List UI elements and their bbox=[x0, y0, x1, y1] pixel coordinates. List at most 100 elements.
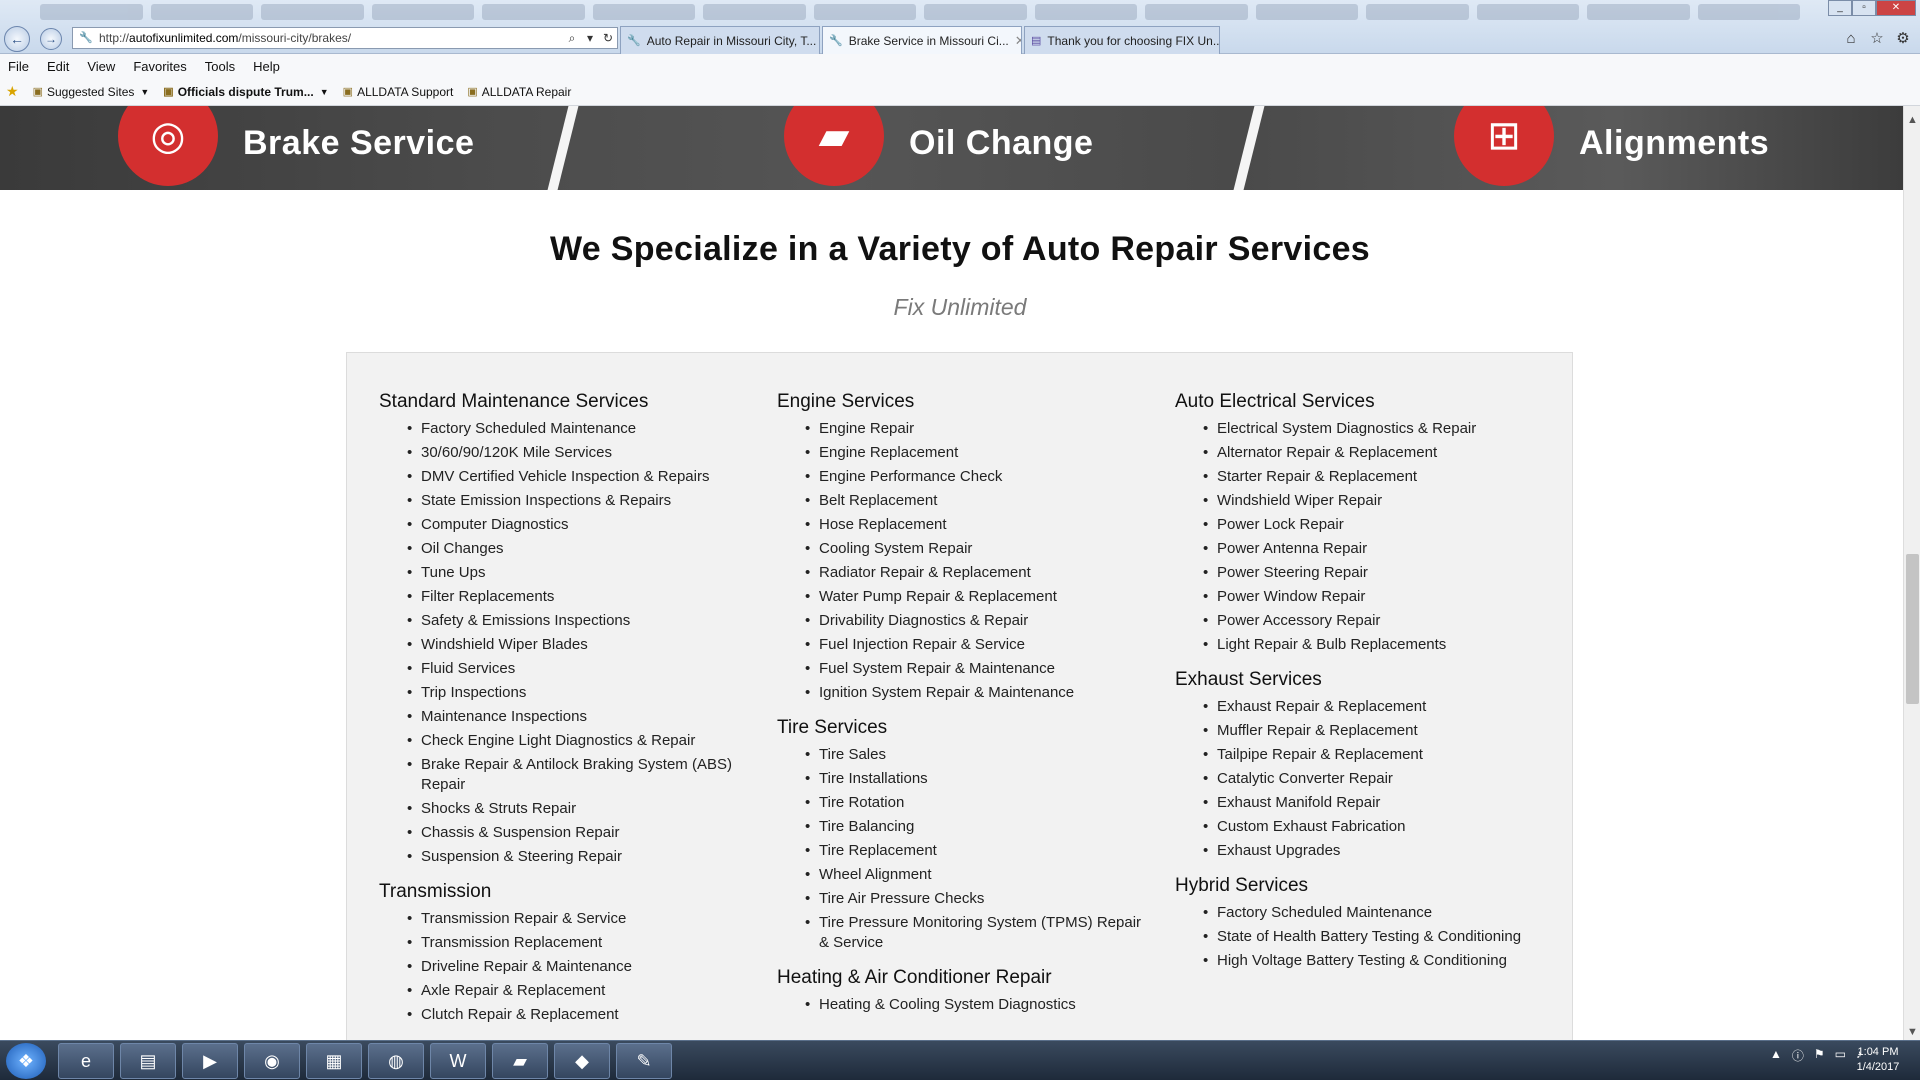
service-list: Exhaust Repair & Replacement Muffler Repa… bbox=[1203, 697, 1545, 861]
service-list-item: Tire Sales bbox=[805, 745, 1147, 765]
page-icon: 🔧 bbox=[79, 32, 93, 44]
gear-icon[interactable]: ⚙ bbox=[1894, 30, 1912, 48]
service-list: Engine Repair Engine Replacement Engine Pe… bbox=[805, 419, 1147, 703]
service-list-item: Tire Air Pressure Checks bbox=[805, 889, 1147, 909]
service-list-item: Exhaust Manifold Repair bbox=[1203, 793, 1545, 813]
page-icon: ▣ bbox=[32, 86, 43, 98]
service-list-item: Clutch Repair & Replacement bbox=[407, 1005, 749, 1025]
menu-favorites[interactable]: Favorites bbox=[133, 59, 186, 74]
scroll-thumb[interactable] bbox=[1906, 554, 1919, 704]
page-viewport: ◎ Brake Service ▰ Oil Change ⊞ Alignment… bbox=[0, 106, 1903, 1040]
service-list-item: Hose Replacement bbox=[805, 515, 1147, 535]
minimize-button[interactable]: _ bbox=[1828, 0, 1852, 16]
favorites-star-icon[interactable]: ☆ bbox=[1868, 30, 1886, 48]
tab-title: Brake Service in Missouri Ci... bbox=[848, 33, 1009, 48]
show-hidden-icons-icon[interactable]: ▲ bbox=[1770, 1047, 1782, 1064]
hero-alignments[interactable]: ⊞ Alignments bbox=[1454, 106, 1769, 186]
service-list-item: Starter Repair & Replacement bbox=[1203, 467, 1545, 487]
service-list-item: Suspension & Steering Repair bbox=[407, 847, 749, 867]
home-icon[interactable]: ⌂ bbox=[1842, 30, 1860, 48]
menu-help[interactable]: Help bbox=[253, 59, 280, 74]
scroll-down-arrow-icon[interactable]: ▼ bbox=[1904, 1026, 1920, 1038]
hero-oil-change[interactable]: ▰ Oil Change bbox=[784, 106, 1093, 186]
service-list-item: Oil Changes bbox=[407, 539, 749, 559]
system-clock[interactable]: 1:04 PM 1/4/2017 bbox=[1848, 1045, 1908, 1075]
tab-title: Auto Repair in Missouri City, T... bbox=[646, 33, 817, 48]
service-group-title: Engine Services bbox=[777, 391, 915, 412]
menu-tools[interactable]: Tools bbox=[205, 59, 235, 74]
hero-brake-service[interactable]: ◎ Brake Service bbox=[118, 106, 474, 186]
service-list-item: Ignition System Repair & Maintenance bbox=[805, 683, 1147, 703]
service-list-item: Radiator Repair & Replacement bbox=[805, 563, 1147, 583]
git-icon[interactable]: ◆ bbox=[554, 1043, 610, 1079]
menu-file[interactable]: File bbox=[8, 59, 29, 74]
maximize-button[interactable]: ▫ bbox=[1852, 0, 1876, 16]
wrench-icon: 🔧 bbox=[829, 35, 843, 47]
window-controls: _ ▫ ✕ bbox=[1828, 0, 1916, 16]
service-list: Factory Scheduled Maintenance State of He… bbox=[1203, 903, 1545, 971]
hero-divider bbox=[1233, 106, 1265, 190]
favorites-bar: ★ ▣ Suggested Sites ▼ ▣ Officials dispute… bbox=[0, 78, 1920, 106]
network-icon[interactable]: ▭ bbox=[1835, 1047, 1846, 1064]
forward-button[interactable]: → bbox=[40, 28, 62, 50]
favorites-star-icon[interactable]: ★ bbox=[6, 83, 19, 100]
refresh-icon[interactable]: ↻ bbox=[599, 31, 617, 45]
service-list-item: State Emission Inspections & Repairs bbox=[407, 491, 749, 511]
fav-alldata-repair[interactable]: ▣ ALLDATA Repair bbox=[467, 85, 571, 99]
service-list-item: Factory Scheduled Maintenance bbox=[407, 419, 749, 439]
service-list-item: Light Repair & Bulb Replacements bbox=[1203, 635, 1545, 655]
service-list-item: Shocks & Struts Repair bbox=[407, 799, 749, 819]
fav-officials-dispute[interactable]: ▣ Officials dispute Trum... ▼ bbox=[163, 85, 328, 99]
service-group-title: Transmission bbox=[379, 881, 492, 902]
fav-alldata-support[interactable]: ▣ ALLDATA Support bbox=[343, 85, 454, 99]
scroll-up-arrow-icon[interactable]: ▲ bbox=[1904, 114, 1920, 126]
page-scrollbar[interactable]: ▲ ▼ bbox=[1903, 106, 1920, 1040]
service-list-item: Windshield Wiper Blades bbox=[407, 635, 749, 655]
menu-view[interactable]: View bbox=[87, 59, 115, 74]
close-window-button[interactable]: ✕ bbox=[1876, 0, 1916, 16]
tab-brake-service[interactable]: 🔧 Brake Service in Missouri Ci... ✕ bbox=[822, 26, 1022, 54]
tab-thank-you[interactable]: ▤ Thank you for choosing FIX Un... bbox=[1024, 26, 1220, 54]
browser-tools: ⌂ ☆ ⚙ bbox=[1842, 30, 1912, 48]
internet-explorer-icon[interactable]: e bbox=[58, 1043, 114, 1079]
service-list-item: Maintenance Inspections bbox=[407, 707, 749, 727]
service-list-item: Axle Repair & Replacement bbox=[407, 981, 749, 1001]
file-explorer-icon[interactable]: ▤ bbox=[120, 1043, 176, 1079]
chrome-icon[interactable]: ◍ bbox=[368, 1043, 424, 1079]
service-list: Electrical System Diagnostics & Repair Al… bbox=[1203, 419, 1545, 655]
firefox-icon[interactable]: ◉ bbox=[244, 1043, 300, 1079]
service-list: Factory Scheduled Maintenance 30/60/90/12… bbox=[407, 419, 749, 867]
menu-edit[interactable]: Edit bbox=[47, 59, 69, 74]
service-list-item: Transmission Repair & Service bbox=[407, 909, 749, 929]
folder-icon[interactable]: ▰ bbox=[492, 1043, 548, 1079]
word-icon[interactable]: W bbox=[430, 1043, 486, 1079]
section-subtitle: Fix Unlimited bbox=[893, 294, 1027, 320]
service-list-item: Computer Diagnostics bbox=[407, 515, 749, 535]
back-button[interactable]: ← bbox=[4, 26, 30, 52]
service-list-item: Tire Pressure Monitoring System (TPMS) R… bbox=[805, 913, 1147, 953]
hero-divider bbox=[547, 106, 579, 190]
start-button[interactable]: ❖ bbox=[6, 1043, 46, 1079]
service-list-item: Driveline Repair & Maintenance bbox=[407, 957, 749, 977]
dropdown-arrow-icon[interactable]: ▾ bbox=[581, 31, 599, 45]
service-list-item: Engine Repair bbox=[805, 419, 1147, 439]
service-list-item: Fluid Services bbox=[407, 659, 749, 679]
close-tab-icon[interactable]: ✕ bbox=[1015, 33, 1021, 49]
tab-auto-repair[interactable]: 🔧 Auto Repair in Missouri City, T... bbox=[620, 26, 820, 54]
network-status-icon[interactable]: ⓘ bbox=[1792, 1047, 1804, 1064]
services-column-1: Standard Maintenance Services Factory Sch… bbox=[379, 391, 749, 1039]
fav-suggested-sites[interactable]: ▣ Suggested Sites ▼ bbox=[33, 85, 150, 99]
wrench-icon: 🔧 bbox=[627, 35, 641, 47]
action-center-flag-icon[interactable]: ⚑ bbox=[1814, 1047, 1825, 1064]
service-list-item: Custom Exhaust Fabrication bbox=[1203, 817, 1545, 837]
service-group-title: Standard Maintenance Services bbox=[379, 391, 649, 412]
media-player-icon[interactable]: ▶ bbox=[182, 1043, 238, 1079]
search-icon[interactable]: ⌕ bbox=[563, 31, 581, 46]
address-bar[interactable]: 🔧 http://autofixunlimited.com/missouri-c… bbox=[72, 27, 618, 49]
paint-icon[interactable]: ✎ bbox=[616, 1043, 672, 1079]
calculator-icon[interactable]: ▦ bbox=[306, 1043, 362, 1079]
service-list-item: Drivability Diagnostics & Repair bbox=[805, 611, 1147, 631]
clock-date: 1/4/2017 bbox=[1856, 1061, 1900, 1073]
taskbar-thumbnails bbox=[40, 4, 1800, 20]
service-list-item: Power Antenna Repair bbox=[1203, 539, 1545, 559]
